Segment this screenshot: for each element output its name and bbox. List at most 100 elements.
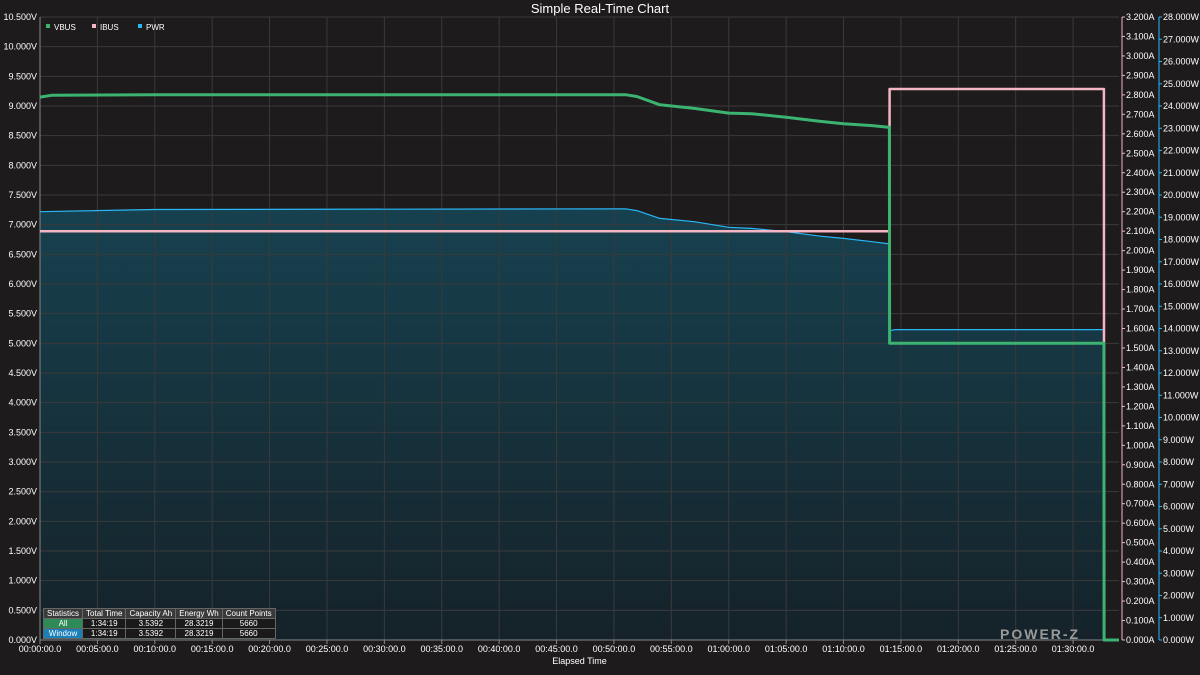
x-tick-label: 00:30:00.0: [363, 644, 406, 654]
y-power-tick-label: 8.000W: [1163, 457, 1195, 467]
x-tick-label: 00:50:00.0: [593, 644, 636, 654]
y-power-tick-label: 24.000W: [1163, 101, 1200, 111]
y-current-tick-label: 0.600A: [1126, 518, 1155, 528]
y-current-tick-label: 1.700A: [1126, 304, 1155, 314]
stats-total-time: 1:34:19: [82, 628, 127, 639]
y-left-tick-label: 5.500V: [8, 309, 37, 319]
y-current-tick-label: 1.000A: [1126, 440, 1155, 450]
y-current-tick-label: 2.600A: [1126, 129, 1155, 139]
y-left-tick-label: 2.500V: [8, 487, 37, 497]
y-current-tick-label: 2.200A: [1126, 207, 1155, 217]
y-power-tick-label: 17.000W: [1163, 257, 1200, 267]
x-tick-label: 01:05:00.0: [765, 644, 808, 654]
x-tick-label: 00:40:00.0: [478, 644, 521, 654]
y-current-tick-label: 1.400A: [1126, 362, 1155, 372]
y-current-tick-label: 2.100A: [1126, 226, 1155, 236]
stats-capacity: 3.5392: [125, 618, 177, 629]
x-tick-label: 00:20:00.0: [248, 644, 291, 654]
y-current-tick-label: 0.000A: [1126, 635, 1155, 645]
y-power-tick-label: 27.000W: [1163, 34, 1200, 44]
y-power-tick-label: 2.000W: [1163, 591, 1195, 601]
x-tick-label: 00:10:00.0: [134, 644, 177, 654]
statistics-header-row: Statistics Total Time Capacity Ah Energy…: [42, 608, 276, 619]
y-power-tick-label: 20.000W: [1163, 190, 1200, 200]
legend-marker: [46, 24, 50, 28]
legend-label: PWR: [146, 23, 165, 32]
stats-energy: 28.3219: [175, 618, 223, 629]
y-power-tick-label: 5.000W: [1163, 524, 1195, 534]
y-power-tick-label: 18.000W: [1163, 235, 1200, 245]
y-left-tick-label: 8.000V: [8, 160, 37, 170]
stats-row-label: Window: [42, 628, 84, 639]
y-current-tick-label: 2.300A: [1126, 187, 1155, 197]
y-left-tick-label: 3.500V: [8, 427, 37, 437]
stats-header-energy: Energy Wh: [175, 608, 223, 619]
y-current-tick-label: 0.400A: [1126, 557, 1155, 567]
x-tick-label: 01:15:00.0: [880, 644, 923, 654]
y-power-tick-label: 4.000W: [1163, 546, 1195, 556]
y-power-tick-label: 7.000W: [1163, 479, 1195, 489]
stats-header-capacity: Capacity Ah: [125, 608, 177, 619]
y-left-tick-label: 7.500V: [8, 190, 37, 200]
y-power-tick-label: 16.000W: [1163, 279, 1200, 289]
y-power-tick-label: 1.000W: [1163, 613, 1195, 623]
stats-capacity: 3.5392: [125, 628, 177, 639]
y-left-tick-label: 5.000V: [8, 338, 37, 348]
y-power-tick-label: 12.000W: [1163, 368, 1200, 378]
y-current-tick-label: 0.800A: [1126, 479, 1155, 489]
y-left-tick-label: 4.000V: [8, 398, 37, 408]
stats-total-time: 1:34:19: [82, 618, 127, 629]
y-power-tick-label: 25.000W: [1163, 79, 1200, 89]
x-tick-label: 00:25:00.0: [306, 644, 349, 654]
y-power-tick-label: 26.000W: [1163, 57, 1200, 67]
y-current-tick-label: 2.900A: [1126, 70, 1155, 80]
y-current-tick-label: 3.000A: [1126, 51, 1155, 61]
y-current-tick-label: 1.800A: [1126, 285, 1155, 295]
y-power-tick-label: 21.000W: [1163, 168, 1200, 178]
y-current-tick-label: 0.500A: [1126, 538, 1155, 548]
chart-title: Simple Real-Time Chart: [531, 1, 670, 16]
x-tick-label: 01:30:00.0: [1052, 644, 1095, 654]
x-tick-label: 00:35:00.0: [420, 644, 463, 654]
statistics-table: Statistics Total Time Capacity Ah Energy…: [42, 608, 276, 639]
stats-header-count: Count Points: [221, 608, 276, 619]
y-current-tick-label: 1.100A: [1126, 421, 1155, 431]
y-current-tick-label: 1.600A: [1126, 324, 1155, 334]
y-power-tick-label: 10.000W: [1163, 413, 1200, 423]
stats-header-statistics: Statistics: [42, 608, 84, 619]
y-current-tick-label: 0.100A: [1126, 616, 1155, 626]
x-tick-label: 00:05:00.0: [76, 644, 119, 654]
y-power-tick-label: 15.000W: [1163, 301, 1200, 311]
stats-count: 5660: [221, 618, 276, 629]
stats-count: 5660: [221, 628, 276, 639]
y-power-tick-label: 13.000W: [1163, 346, 1200, 356]
y-current-tick-label: 2.400A: [1126, 168, 1155, 178]
stats-row-label: All: [42, 618, 84, 629]
y-current-tick-label: 0.300A: [1126, 577, 1155, 587]
x-tick-label: 01:00:00.0: [707, 644, 750, 654]
y-left-tick-label: 10.000V: [3, 42, 37, 52]
y-left-tick-label: 8.500V: [8, 131, 37, 141]
y-current-tick-label: 3.100A: [1126, 31, 1155, 41]
x-tick-label: 00:15:00.0: [191, 644, 234, 654]
x-tick-label: 00:00:00.0: [19, 644, 62, 654]
y-left-tick-label: 6.500V: [8, 249, 37, 259]
y-current-tick-label: 0.900A: [1126, 460, 1155, 470]
y-left-tick-label: 1.500V: [8, 546, 37, 556]
y-left-tick-label: 1.000V: [8, 576, 37, 586]
y-power-tick-label: 0.000W: [1163, 635, 1195, 645]
y-power-tick-label: 22.000W: [1163, 146, 1200, 156]
power-z-logo: POWER-Z: [1000, 626, 1081, 642]
legend-marker: [92, 24, 96, 28]
y-power-tick-label: 3.000W: [1163, 568, 1195, 578]
y-current-tick-label: 1.200A: [1126, 401, 1155, 411]
legend-label: IBUS: [100, 23, 119, 32]
x-tick-label: 01:20:00.0: [937, 644, 980, 654]
y-power-tick-label: 14.000W: [1163, 324, 1200, 334]
stats-header-total-time: Total Time: [82, 608, 127, 619]
y-power-tick-label: 9.000W: [1163, 435, 1195, 445]
y-power-tick-label: 11.000W: [1163, 390, 1199, 400]
y-current-tick-label: 2.500A: [1126, 148, 1155, 158]
y-current-tick-label: 0.700A: [1126, 499, 1155, 509]
y-current-tick-label: 3.200A: [1126, 12, 1155, 22]
